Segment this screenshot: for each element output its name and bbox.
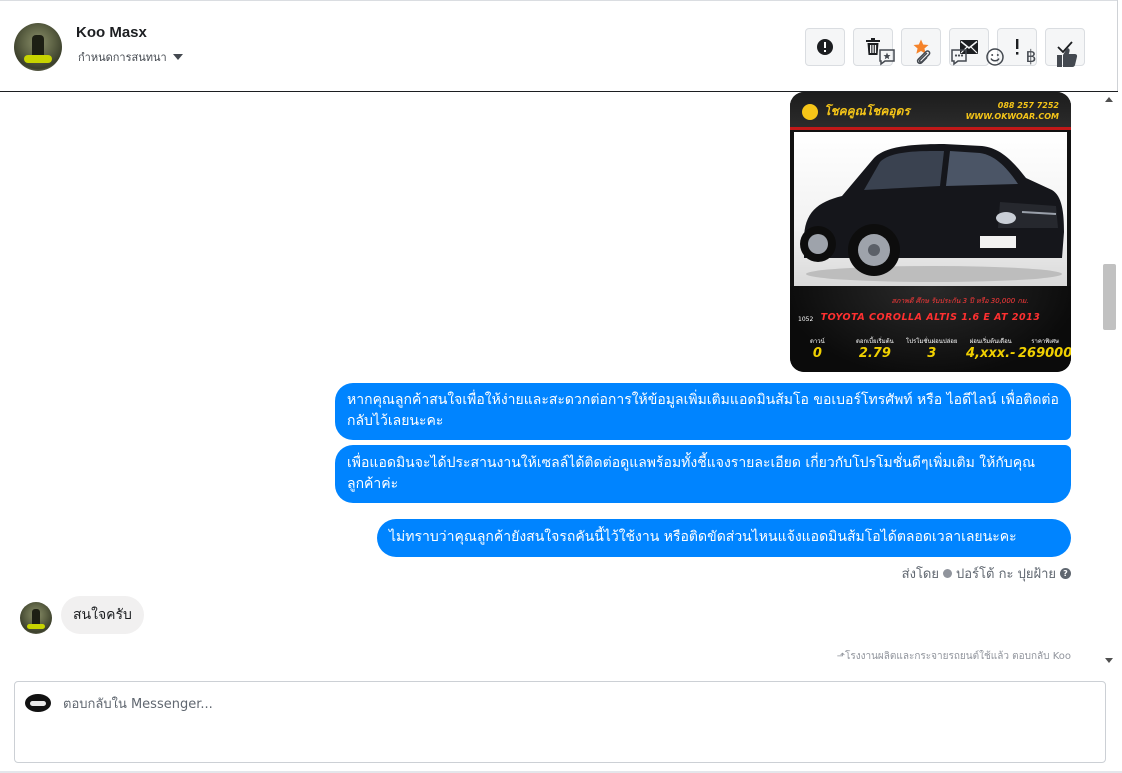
spec-label: ผ่อนเริ่มต้นเดือน (969, 338, 1012, 345)
message-composer (14, 681, 1106, 763)
spec-value: 2.79 (858, 346, 891, 361)
outgoing-message[interactable]: ไม่ทราบว่าคุณลูกค้ายังสนใจรถคันนี้ไว้ใช้… (377, 519, 1071, 557)
spec-value: 0 (812, 346, 822, 361)
incoming-message[interactable]: สนใจครับ (61, 596, 144, 634)
spec-label: โปรโมชั่นผ่อนปล่อย (906, 338, 958, 345)
avatar-bike (27, 624, 45, 629)
composer-tools: ฿ (876, 46, 1078, 68)
mark-spam-button[interactable] (805, 28, 845, 66)
spec-promotion: โปรโมชั่นผ่อนปล่อย 3 (906, 336, 957, 361)
reply-input[interactable] (63, 694, 963, 714)
spec-value: 3 (927, 346, 937, 361)
page-avatar (25, 694, 51, 712)
alert-circle-icon (817, 39, 833, 55)
advert-caption: สภาพดี ศึกษ รับประกัน 3 ปี หรือ 30,000 ก… (891, 297, 1029, 305)
messenger-conversation-window: Koo Masx กำหนดการสนทนา โชคคูณโชคอุดร 088… (0, 0, 1122, 773)
contact-name[interactable]: Koo Masx (76, 24, 147, 41)
dealer-contact: 088 257 7252 WWW.OKWOAR.COM (966, 100, 1059, 122)
help-icon[interactable]: ? (1060, 568, 1071, 579)
emoji-icon[interactable] (984, 46, 1006, 68)
spec-value: 269000 (1018, 346, 1071, 361)
car-model: TOYOTA COROLLA ALTIS 1.6 E AT 2013 (820, 312, 1041, 323)
reply-note: ⬏โรงงานผลิตและกระจายรถยนต์ใช้แล้ว ตอบกลั… (837, 649, 1071, 664)
chat-bubble-icon[interactable] (948, 46, 970, 68)
dealer-website: WWW.OKWOAR.COM (965, 112, 1059, 121)
spec-interest: ดอกเบี้ยเริ่มต้น 2.79 (856, 336, 894, 361)
contact-avatar[interactable] (14, 23, 62, 71)
baht-payment-icon[interactable]: ฿ (1020, 46, 1042, 68)
spec-label: ราคาพิเศษ (1031, 338, 1060, 345)
saved-replies-icon[interactable] (876, 46, 898, 68)
advert-details: สภาพดี ศึกษ รับประกัน 3 ปี หรือ 30,000 ก… (790, 286, 1071, 372)
scroll-thumb[interactable] (1103, 264, 1116, 330)
sent-by-name[interactable]: ปอร์โต้ กะ ปุยฝ้าย (956, 563, 1056, 584)
sent-by-info: ส่งโดย ปอร์โต้ กะ ปุยฝ้าย ? (902, 563, 1071, 584)
dealer-phone: 088 257 7252 (997, 101, 1059, 110)
car-photo (794, 132, 1067, 286)
dealer-name: โชคคูณโชคอุดร (824, 104, 910, 118)
thumbs-up-icon[interactable] (1056, 46, 1078, 68)
spec-installment: ผ่อนเริ่มต้นเดือน 4,xxx.- (966, 336, 1015, 361)
spec-label: ดาวน์ (810, 338, 825, 345)
spec-label: ดอกเบี้ยเริ่มต้น (856, 338, 894, 345)
car-illustration (800, 144, 1064, 282)
spec-down-payment: ดาวน์ 0 (810, 336, 825, 361)
reply-arrow-icon: ⬏ (836, 651, 845, 662)
scroll-up-arrow-icon[interactable] (1105, 97, 1113, 102)
attachment-icon[interactable] (912, 46, 934, 68)
spec-price: ราคาพิเศษ 269000 (1018, 336, 1071, 361)
car-advert-image[interactable]: โชคคูณโชคอุดร 088 257 7252 WWW.OKWOAR.CO… (790, 92, 1071, 372)
spec-value: 4,xxx.- (966, 346, 1016, 361)
assign-conversation-label: กำหนดการสนทนา (78, 51, 167, 64)
sent-by-label: ส่งโดย (901, 567, 939, 582)
caret-down-icon (172, 54, 183, 60)
outgoing-message[interactable]: เพื่อแอดมินจะได้ประสานงานให้เซลล์ได้ติดต… (335, 445, 1071, 503)
avatar-bike (24, 55, 52, 63)
advert-header: โชคคูณโชคอุดร 088 257 7252 WWW.OKWOAR.CO… (790, 92, 1071, 130)
reply-note-text: โรงงานผลิตและกระจายรถยนต์ใช้แล้ว ตอบกลับ… (844, 651, 1071, 662)
contact-message-avatar[interactable] (20, 602, 52, 634)
scroll-down-arrow-icon[interactable] (1105, 658, 1113, 663)
agent-icon (943, 569, 952, 578)
dealer-logo-icon (802, 104, 818, 120)
assign-conversation-dropdown[interactable]: กำหนดการสนทนา (78, 48, 183, 66)
outgoing-message[interactable]: หากคุณลูกค้าสนใจเพื่อให้ง่ายและสะดวกต่อก… (335, 383, 1071, 440)
messages-scrollbar[interactable] (1101, 92, 1118, 668)
